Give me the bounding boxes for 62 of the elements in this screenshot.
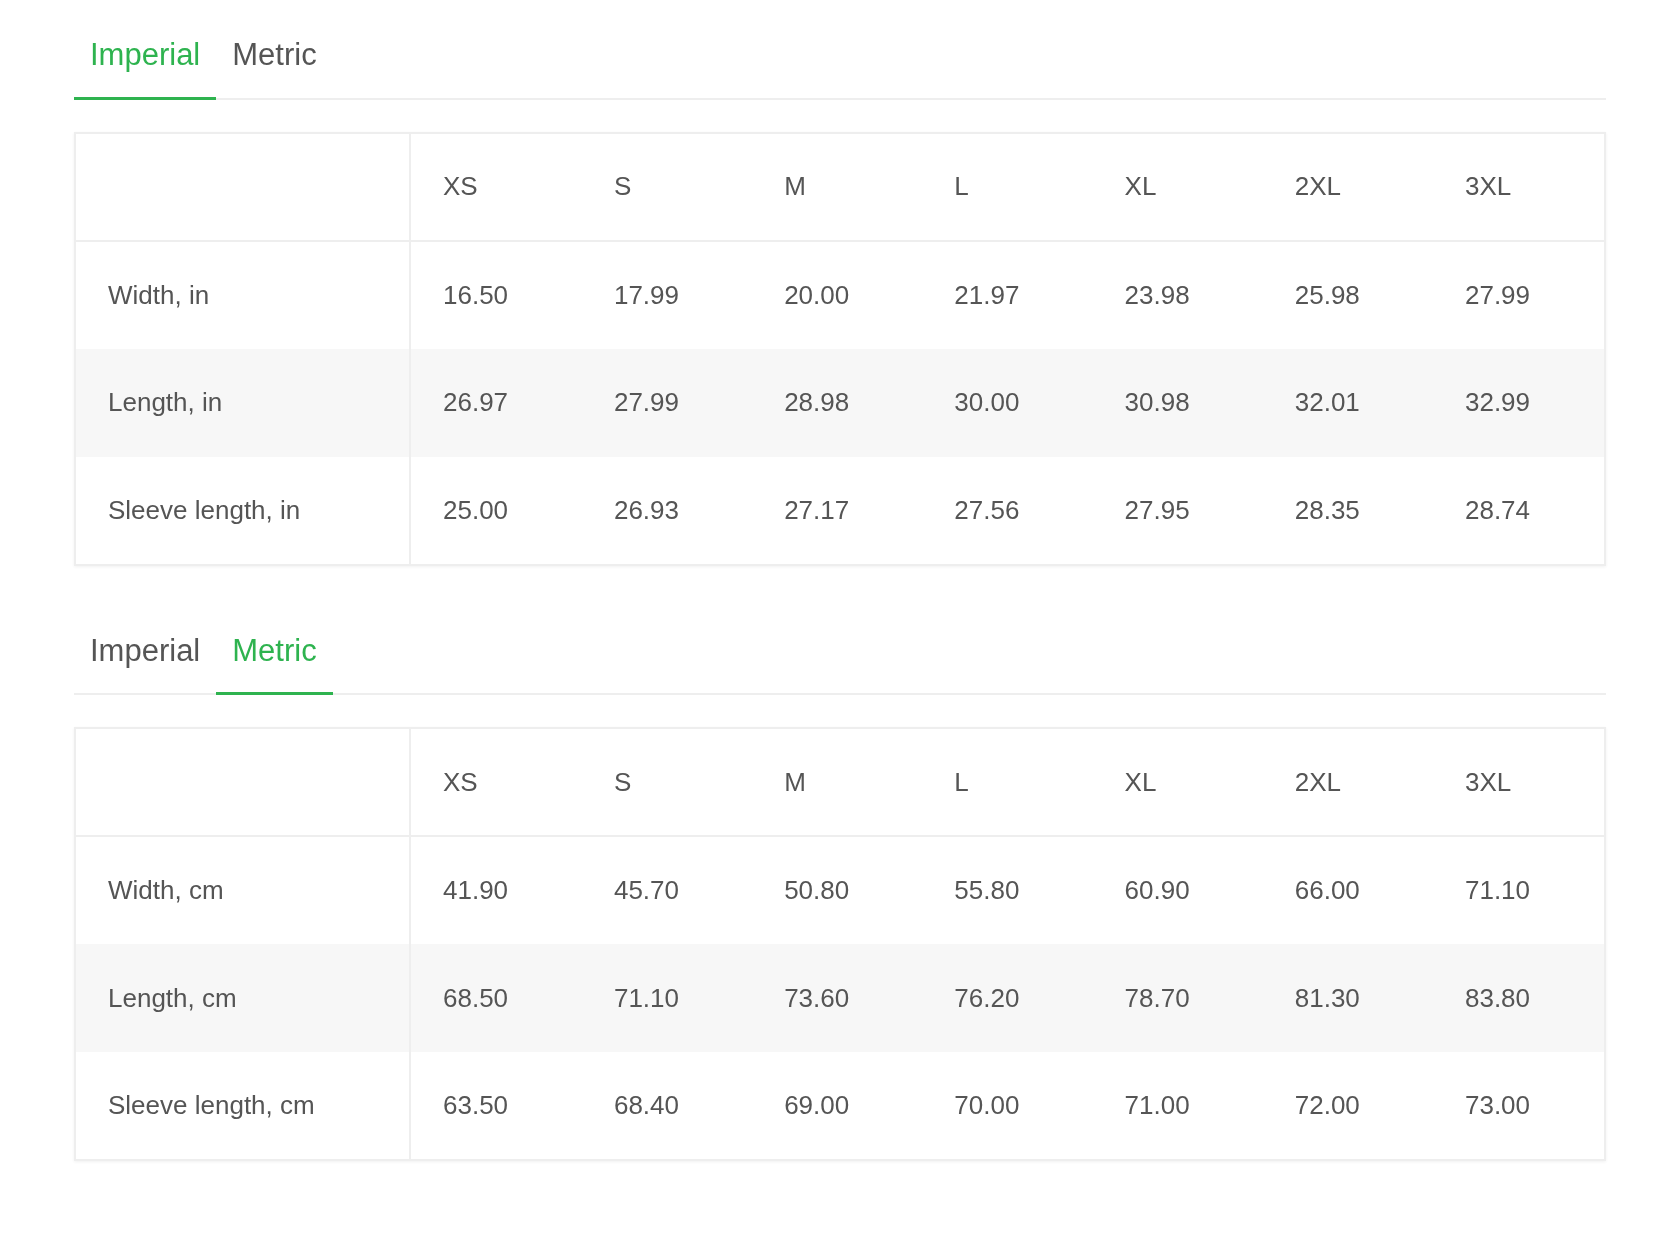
table-cell: 66.00 (1262, 836, 1433, 944)
table-cell: 71.10 (581, 944, 753, 1052)
table-cell: 73.00 (1432, 1052, 1605, 1160)
table-cell: 21.97 (922, 240, 1093, 349)
column-header: L (922, 132, 1093, 241)
table-cell: 16.50 (410, 240, 582, 349)
table-cell: 30.00 (922, 348, 1093, 457)
table-cell: 26.97 (410, 348, 582, 457)
column-header: XS (410, 132, 582, 241)
table-cell: 27.99 (1432, 240, 1605, 349)
table-cell: 55.80 (922, 836, 1093, 944)
table-cell: 70.00 (922, 1052, 1093, 1160)
row-label: Sleeve length, cm (75, 1052, 410, 1160)
table-cell: 69.00 (752, 1052, 923, 1160)
table-cell: 27.56 (922, 456, 1093, 565)
column-header: 2XL (1262, 132, 1433, 241)
table-cell: 27.99 (581, 348, 753, 457)
table-cell: 68.40 (581, 1052, 753, 1160)
table-cell: 41.90 (410, 836, 582, 944)
table-cell: 27.17 (752, 456, 923, 565)
row-label: Length, cm (75, 944, 410, 1052)
table-cell: 60.90 (1092, 836, 1263, 944)
table-cell: 72.00 (1262, 1052, 1433, 1160)
column-header: 3XL (1432, 728, 1605, 836)
table-cell: 32.99 (1432, 348, 1605, 457)
table-cell: 30.98 (1092, 348, 1263, 457)
table-cell: 25.00 (410, 456, 582, 565)
column-header: L (922, 728, 1093, 836)
table-cell: 83.80 (1432, 944, 1605, 1052)
table-cell: 71.00 (1092, 1052, 1263, 1160)
table-cell: 26.93 (581, 456, 753, 565)
table-cell: 17.99 (581, 240, 753, 349)
column-header: S (581, 728, 753, 836)
table-cell: 27.95 (1092, 456, 1263, 565)
column-header: M (752, 132, 923, 241)
table-cell: 23.98 (1092, 240, 1263, 349)
table-cell: 63.50 (410, 1052, 582, 1160)
table-cell: 68.50 (410, 944, 582, 1052)
table-cell: 73.60 (752, 944, 923, 1052)
row-label: Sleeve length, in (75, 456, 410, 565)
column-header: XS (410, 728, 582, 836)
table-cell: 25.98 (1262, 240, 1433, 349)
table-cell: 28.35 (1262, 456, 1433, 565)
table-cell: 81.30 (1262, 944, 1433, 1052)
table-cell: 78.70 (1092, 944, 1263, 1052)
table-cell: 28.98 (752, 348, 923, 457)
tab[interactable]: Imperial (74, 615, 217, 695)
table-cell: 32.01 (1262, 348, 1433, 457)
column-header: M (752, 728, 923, 836)
column-header: XL (1092, 728, 1263, 836)
table-cell: 71.10 (1432, 836, 1605, 944)
column-header: S (581, 132, 753, 241)
row-label: Length, in (75, 348, 410, 457)
table-cell: 45.70 (581, 836, 753, 944)
table-cell: 28.74 (1432, 456, 1605, 565)
column-header: 2XL (1262, 728, 1433, 836)
column-header: 3XL (1432, 132, 1605, 241)
table-cell: 50.80 (752, 836, 923, 944)
column-header: XL (1092, 132, 1263, 241)
table-cell: 20.00 (752, 240, 923, 349)
table-cell: 76.20 (922, 944, 1093, 1052)
tab[interactable]: Metric (216, 20, 333, 100)
